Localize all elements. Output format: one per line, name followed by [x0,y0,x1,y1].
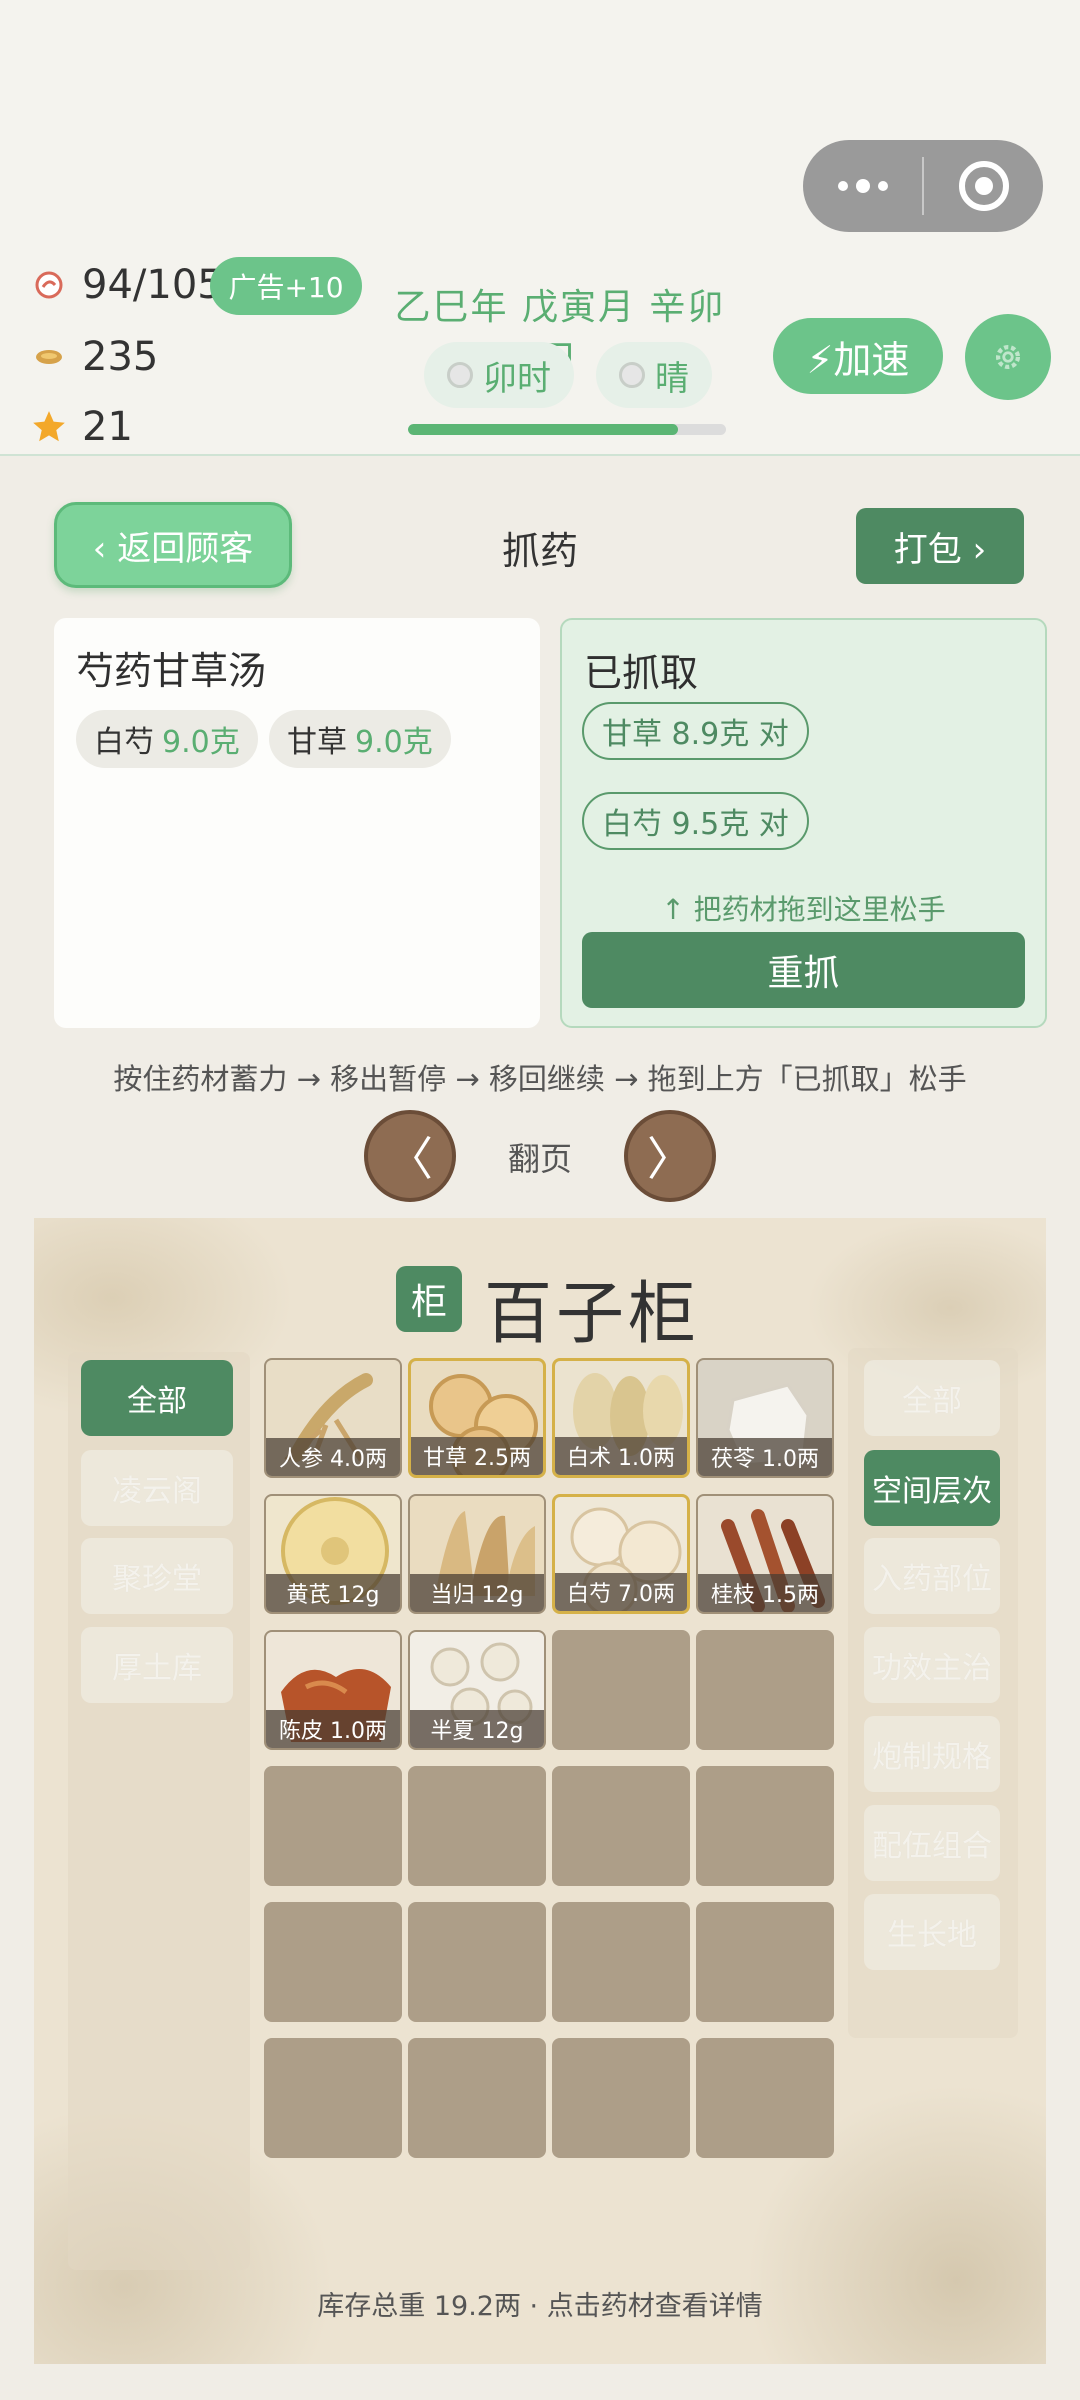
star-value: 21 [82,404,133,450]
target-icon [958,161,1009,211]
drawer-label: 桂枝 1.5两 [698,1574,832,1612]
ingredient-name: 甘草 [287,725,347,760]
drawer-cell-empty[interactable] [552,1766,690,1886]
drawer-label: 白术 1.0两 [555,1437,687,1475]
ad-bonus-button[interactable]: 广告+10 [210,257,362,315]
weather-pill: 晴 [596,342,712,408]
taken-item[interactable]: 白芍 9.5克 对 [582,792,809,850]
drawer-cell-empty[interactable] [696,1766,834,1886]
drawer-grid: 人参 4.0两 甘草 2.5两 白术 1.0两 茯苓 1.0两黄芪 12g 当归 12g… [264,1358,834,2158]
drawer-cell-banxia[interactable]: 半夏 12g [408,1630,546,1750]
drawer-cell-empty[interactable] [552,1630,690,1750]
drawer-cell-empty[interactable] [696,1630,834,1750]
filter-medicinal-part[interactable]: 入药部位 [864,1538,1000,1614]
drawer-cell-empty[interactable] [408,1902,546,2022]
cabinet-title: 百子柜 [484,1275,701,1354]
recipe-card: 芍药甘草汤 白芍 9.0克 甘草 9.0克 [54,618,540,1028]
speed-up-button[interactable]: ⚡加速 [773,318,943,394]
drawer-cell-baishao[interactable]: 白芍 7.0两 [552,1494,690,1614]
store-tab-lingyun[interactable]: 凌云阁 [81,1450,233,1526]
next-page-button[interactable]: 〉 [624,1110,716,1202]
star-icon [30,408,68,446]
drawer-cell-empty[interactable] [264,1766,402,1886]
filter-all[interactable]: 全部 [864,1360,1000,1436]
miniprogram-capsule [803,140,1043,232]
star-stat: 21 [30,404,133,450]
cabinet-footer: 库存总重 19.2两 · 点击药材查看详情 [317,2291,763,2322]
coin-stat: 235 [30,334,158,380]
drawer-cell-angelica[interactable]: 当归 12g [408,1494,546,1614]
filter-origin[interactable]: 生长地 [864,1894,1000,1970]
store-tab-juzhen[interactable]: 聚珍堂 [81,1538,233,1614]
drawer-cell-empty[interactable] [264,1902,402,2022]
filter-efficacy[interactable]: 功效主治 [864,1627,1000,1703]
ingredient-chip: 白芍 9.0克 [76,710,258,768]
drawer-label: 人参 4.0两 [266,1438,400,1476]
day-progress-bar [408,424,726,435]
cabinet-badge: 柜 [396,1266,462,1332]
drawer-cell-astragalus[interactable]: 黄芪 12g [264,1494,402,1614]
stamina-icon [30,266,68,304]
time-pill: 卯时 [424,342,574,408]
drawer-cell-fuling[interactable]: 茯苓 1.0两 [696,1358,834,1478]
ingredient-amount: 9.0克 [162,725,240,760]
close-miniprogram-button[interactable] [924,140,1043,232]
store-tab-all[interactable]: 全部 [81,1360,233,1436]
drawer-cell-baizhu[interactable]: 白术 1.0两 [552,1358,690,1478]
drop-hint: ↑ 把药材拖到这里松手 [661,893,946,926]
prev-page-button[interactable]: 〈 [364,1110,456,1202]
drawer-label: 黄芪 12g [266,1574,400,1612]
stamina-value: 94/105 [82,262,223,308]
taken-drop-zone[interactable]: 已抓取 甘草 8.9克 对 白芍 9.5克 对 ↑ 把药材拖到这里松手 重抓 [560,618,1047,1028]
clock-icon [447,362,473,388]
drawer-label: 茯苓 1.0两 [698,1438,832,1476]
sun-icon [619,362,645,388]
filter-compatibility[interactable]: 配伍组合 [864,1805,1000,1881]
pack-button[interactable]: 打包 › [856,508,1024,584]
drawer-cell-chenpi[interactable]: 陈皮 1.0两 [264,1630,402,1750]
time-label: 卯时 [483,358,551,399]
ingredient-name: 白芍 [94,725,154,760]
drawer-label: 白芍 7.0两 [555,1573,687,1611]
taken-item[interactable]: 甘草 8.9克 对 [582,702,809,760]
recipe-name: 芍药甘草汤 [76,649,267,693]
ingredient-amount: 9.0克 [355,725,433,760]
drawer-cell-cinnamon[interactable]: 桂枝 1.5两 [696,1494,834,1614]
more-dots-icon [837,179,888,193]
weather-label: 晴 [655,358,689,399]
filter-space-level[interactable]: 空间层次 [864,1450,1000,1526]
back-to-customer-button[interactable]: ‹ 返回顾客 [54,502,292,588]
drawer-label: 陈皮 1.0两 [266,1710,400,1748]
store-tab-houtu[interactable]: 厚土库 [81,1627,233,1703]
drawer-label: 半夏 12g [410,1710,544,1748]
drawer-cell-empty[interactable] [696,1902,834,2022]
regrab-button[interactable]: 重抓 [582,932,1025,1008]
instructions-text: 按住药材蓄力 → 移出暂停 → 移回继续 → 拖到上方「已抓取」松手 [113,1062,967,1096]
drawer-cell-empty[interactable] [408,1766,546,1886]
pager-label: 翻页 [507,1140,572,1178]
more-menu-button[interactable] [803,140,922,232]
stamina-stat: 94/105 [30,262,223,308]
coin-value: 235 [82,334,159,380]
drawer-label: 当归 12g [410,1574,544,1612]
drawer-cell-ginseng[interactable]: 人参 4.0两 [264,1358,402,1478]
drawer-cell-empty[interactable] [408,2038,546,2158]
drawer-cell-empty[interactable] [552,1902,690,2022]
filter-processing[interactable]: 炮制规格 [864,1716,1000,1792]
page-title: 抓药 [501,529,578,573]
ingredient-chip: 甘草 9.0克 [269,710,451,768]
day-progress-fill [408,424,679,435]
settings-button[interactable] [965,314,1051,400]
taken-title: 已抓取 [584,651,699,695]
coin-icon [30,338,68,376]
drawer-cell-empty[interactable] [552,2038,690,2158]
drawer-label: 甘草 2.5两 [411,1437,543,1475]
drawer-cell-empty[interactable] [264,2038,402,2158]
drawer-cell-licorice[interactable]: 甘草 2.5两 [408,1358,546,1478]
drawer-cell-empty[interactable] [696,2038,834,2158]
gear-icon [995,344,1021,370]
